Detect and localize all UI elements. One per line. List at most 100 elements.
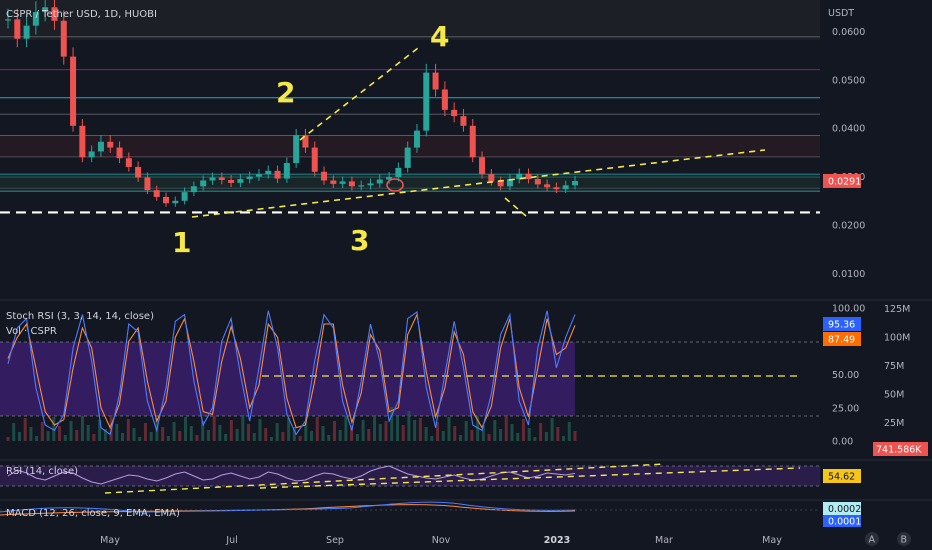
volume-tick: 125M: [884, 304, 910, 315]
candle-body: [358, 185, 365, 187]
candle-body: [488, 174, 495, 182]
macd-label: MACD (12, 26, close, 9, EMA, EMA): [6, 508, 180, 519]
volume-bar: [23, 418, 27, 441]
volume-bar: [206, 430, 210, 441]
volume-bar: [327, 435, 331, 441]
volume-bar: [430, 436, 434, 441]
candle-body: [339, 181, 346, 184]
volume-bar: [281, 432, 285, 441]
volume-bar: [573, 431, 577, 441]
volume-tick: 75M: [884, 361, 904, 372]
stoch-tick: 0.00: [832, 437, 853, 448]
candle-body: [116, 147, 123, 159]
volume-bar: [384, 421, 388, 441]
volume-tick: 25M: [884, 418, 904, 429]
candle-body: [144, 177, 151, 191]
candle-body: [423, 72, 430, 131]
candle-body: [209, 177, 216, 181]
time-tick: Sep: [326, 535, 344, 546]
volume-bar: [17, 432, 21, 441]
volume-bar: [413, 420, 417, 441]
wave-label-2: 2: [276, 76, 295, 109]
volume-bar: [235, 429, 239, 441]
macd-signal-value: 0.0001: [828, 517, 861, 528]
candle-body: [70, 56, 77, 126]
candle-body: [218, 177, 225, 180]
candle-body: [534, 179, 541, 185]
log-scale-label: B: [901, 535, 908, 546]
candle-body: [321, 171, 328, 181]
volume-bar: [533, 437, 537, 441]
volume-bar: [178, 431, 182, 441]
candle-body: [432, 72, 439, 90]
candle-body: [283, 163, 290, 179]
volume-bar: [361, 420, 365, 441]
volume-bar: [401, 425, 405, 441]
candle-body: [348, 181, 355, 187]
volume-bar: [12, 423, 16, 441]
volume-bar: [332, 421, 336, 441]
candle-body: [255, 174, 262, 177]
volume-bar: [562, 436, 566, 441]
candle-body: [553, 187, 560, 190]
volume-bar: [504, 415, 508, 441]
volume-bar: [121, 433, 125, 441]
volume-bar: [6, 437, 10, 441]
candle-body: [97, 141, 104, 152]
candle-body: [14, 19, 21, 39]
volume-bar: [378, 424, 382, 441]
volume-bar: [275, 423, 279, 441]
candle-body: [172, 200, 179, 204]
candle-body: [79, 125, 86, 158]
rsi-value: 54.62: [828, 472, 855, 483]
volume-bar: [247, 424, 251, 441]
volume-bar: [338, 430, 342, 441]
candle-body: [451, 109, 458, 117]
volume-bar: [195, 435, 199, 441]
volume-bar: [46, 431, 50, 441]
candle-body: [23, 25, 30, 39]
volume-bar: [92, 434, 96, 441]
volume-bar: [132, 428, 136, 441]
last-price-label: 0.0291: [828, 176, 861, 187]
candle-body: [497, 181, 504, 187]
candle-body: [265, 170, 272, 175]
candle-body: [190, 186, 197, 193]
quote-unit-label: USDT: [828, 8, 854, 19]
volume-bar: [184, 417, 188, 441]
wave-label-3: 3: [350, 224, 369, 257]
candle-body: [413, 130, 420, 148]
candle-body: [237, 179, 244, 183]
volume-bar: [166, 436, 170, 441]
chart-canvas: 1 2 3 4 CSPR / Tether USD, 1D, HUOBI USD…: [0, 0, 932, 550]
price-tick: 0.0500: [832, 75, 865, 86]
volume-bar: [143, 423, 147, 441]
candle-body: [88, 151, 95, 158]
candle-body: [125, 158, 132, 167]
rsi-band: [0, 466, 820, 486]
price-tick: 0.0200: [832, 221, 865, 232]
candle-body: [572, 180, 578, 186]
wave-label-4: 4: [430, 20, 449, 53]
volume-bar: [35, 436, 39, 441]
candle-body: [330, 180, 337, 184]
auto-scale-label: A: [869, 535, 876, 546]
volume-bar: [63, 435, 67, 441]
volume-bar: [458, 435, 462, 441]
volume-bar: [447, 417, 451, 441]
volume-bar: [229, 420, 233, 441]
candle-body: [228, 180, 235, 183]
stoch-k-value: 95.36: [828, 320, 855, 331]
volume-bar: [264, 428, 268, 441]
time-axis[interactable]: [0, 528, 932, 550]
volume-bar: [138, 437, 142, 441]
volume-tick: 50M: [884, 390, 904, 401]
volume-bar: [75, 430, 79, 441]
volume-bar: [115, 424, 119, 441]
volume-bar: [355, 434, 359, 441]
volume-bar: [567, 422, 571, 441]
volume-bar: [40, 422, 44, 441]
volume-bar: [441, 431, 445, 441]
volume-bar: [418, 418, 422, 441]
stoch-tick: 25.00: [832, 403, 859, 414]
